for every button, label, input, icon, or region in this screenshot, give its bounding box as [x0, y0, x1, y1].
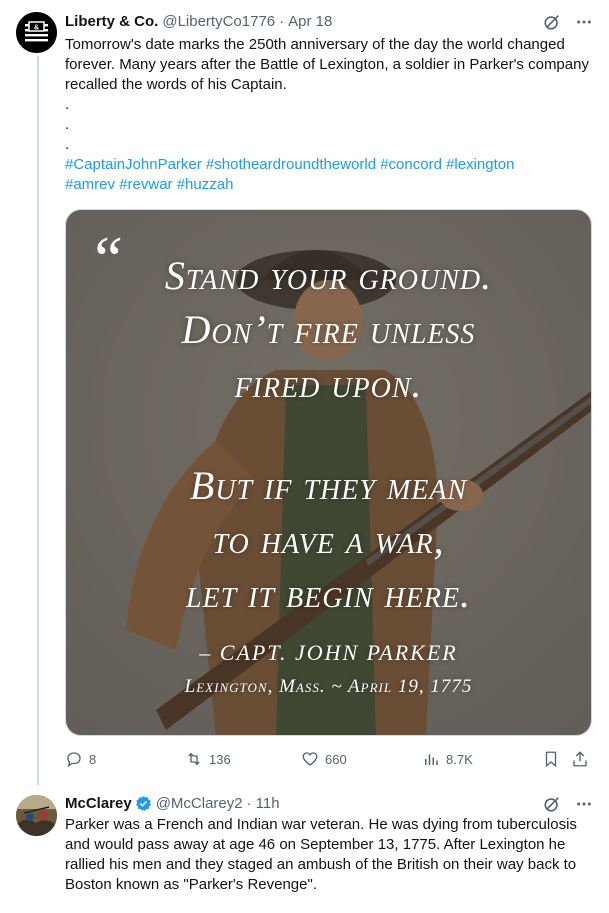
- reply-icon: [67, 752, 81, 768]
- heart-icon: [302, 752, 318, 766]
- quote-attribution: – CAPT. JOHN PARKER: [199, 640, 458, 665]
- svg-text:&: &: [34, 25, 39, 32]
- tweet-text: Tomorrow's date marks the 250th annivers…: [65, 35, 600, 195]
- share-button[interactable]: [571, 748, 589, 770]
- quote-line-4: But if they mean: [189, 463, 468, 508]
- tweet-top-actions: [541, 793, 595, 815]
- dot-line-2: .: [65, 116, 70, 133]
- battle-painting-avatar-icon: [16, 795, 57, 836]
- like-button[interactable]: 660: [301, 748, 347, 770]
- display-name[interactable]: Liberty & Co.: [65, 13, 158, 30]
- retweet-button[interactable]: 136: [185, 748, 231, 770]
- views-button[interactable]: 8.7K: [422, 748, 473, 770]
- timestamp[interactable]: 11h: [256, 795, 280, 812]
- reply-count: 8: [89, 751, 97, 767]
- quote-line-1: Stand your ground.: [164, 253, 493, 298]
- analytics-icon: [425, 754, 438, 765]
- tweet-header: Liberty & Co. @LibertyCo1776 · Apr 18: [65, 11, 332, 31]
- quote-line-3: fired upon.: [234, 361, 423, 406]
- quote-overlay: “ Stand your ground. Don’t fire unless f…: [66, 210, 591, 735]
- display-name[interactable]: McClarey: [65, 795, 132, 812]
- tweet-header: McClarey @McClarey2 · 11h: [65, 793, 280, 813]
- engagement-bar: 8 136 660 8.7K: [65, 748, 595, 770]
- avatar[interactable]: &: [16, 12, 57, 53]
- quote-place-date: Lexington, Mass. ~ April 19, 1775: [184, 676, 473, 697]
- dot-line-3: .: [65, 136, 70, 153]
- grok-icon[interactable]: [541, 11, 563, 33]
- share-icon: [573, 751, 587, 767]
- retweet-count: 136: [209, 751, 231, 767]
- liberty-logo-icon: &: [16, 12, 57, 53]
- bookmark-button[interactable]: [542, 748, 560, 770]
- verified-badge-icon: [135, 795, 151, 811]
- more-options-icon[interactable]: [573, 11, 595, 33]
- tweet-image[interactable]: “ Stand your ground. Don’t fire unless f…: [65, 209, 592, 736]
- separator-dot: ·: [246, 794, 252, 812]
- quote-line-2: Don’t fire unless: [181, 307, 476, 352]
- more-options-icon[interactable]: [573, 793, 595, 815]
- tweet-mcclarey[interactable]: McClarey @McClarey2 · 11h Parker was a F…: [0, 782, 609, 913]
- hashtags-line-2[interactable]: #amrev #revwar #huzzah: [65, 175, 600, 195]
- like-count: 660: [325, 751, 347, 767]
- hashtags-line-1[interactable]: #CaptainJohnParker #shotheardroundthewor…: [65, 155, 600, 175]
- tweet-text: Parker was a French and Indian war veter…: [65, 816, 577, 893]
- grok-icon[interactable]: [541, 793, 563, 815]
- user-handle[interactable]: @McClarey2: [156, 795, 243, 812]
- tweet-top-actions: [541, 11, 595, 33]
- tweet-liberty-co[interactable]: & Liberty & Co. @LibertyCo1776 · Apr 18 …: [0, 0, 609, 782]
- quote-line-5: to have a war,: [212, 517, 445, 562]
- dot-line-1: .: [65, 96, 70, 113]
- user-handle[interactable]: @LibertyCo1776: [162, 13, 275, 30]
- reply-button[interactable]: 8: [65, 748, 96, 770]
- retweet-icon: [188, 752, 200, 766]
- quote-line-6: let it begin here.: [185, 571, 472, 616]
- bookmark-icon: [545, 751, 557, 768]
- avatar[interactable]: [16, 795, 57, 836]
- separator-dot: ·: [279, 12, 285, 30]
- views-count: 8.7K: [446, 751, 473, 767]
- tweet-text-main: Tomorrow's date marks the 250th annivers…: [65, 36, 589, 93]
- timestamp[interactable]: Apr 18: [288, 13, 332, 30]
